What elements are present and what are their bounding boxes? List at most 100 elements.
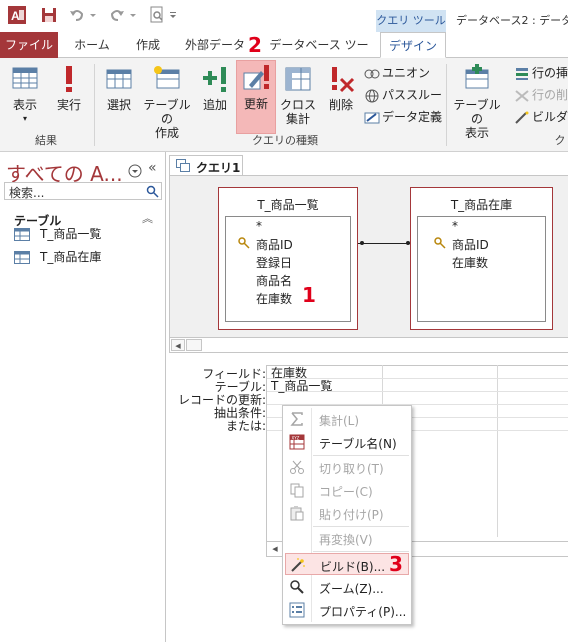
field-item[interactable]: 在庫数 <box>452 254 488 271</box>
annotation-step-1: 1 <box>302 283 316 307</box>
field-item[interactable]: 商品ID <box>256 236 293 253</box>
search-icon[interactable] <box>146 185 159 198</box>
collapse-section-icon[interactable]: ︽ <box>142 210 153 226</box>
menu-item-reconvert[interactable]: 再変換(V) <box>285 527 409 549</box>
passthrough-query-button[interactable]: パススルー <box>364 86 442 106</box>
select-query-button[interactable]: 選択 <box>98 62 140 134</box>
builder-button[interactable]: ビルダー <box>514 108 568 128</box>
customize-qat-icon[interactable] <box>168 6 178 24</box>
save-icon[interactable] <box>40 6 58 24</box>
properties-icon <box>289 602 305 618</box>
query-tab-label: クエリ1 <box>196 161 241 175</box>
insert-rows-button[interactable]: 行の挿 <box>514 64 568 84</box>
crosstab-query-button[interactable]: クロス 集計 <box>278 62 318 134</box>
menu-item-cut[interactable]: 切り取り(T) <box>285 456 409 478</box>
grid-cell-field[interactable]: 在庫数 <box>271 367 307 379</box>
menu-item-table-names[interactable]: XYZ テーブル名(N) <box>285 431 409 453</box>
builder-wand-icon <box>515 111 529 124</box>
menu-item-label: テーブル名(N) <box>319 437 397 451</box>
crosstab-label-2: 集計 <box>285 112 310 126</box>
field-list-t-product-list[interactable]: T_商品一覧 * 商品ID 登録日 商品名 在庫数 1 <box>218 187 358 330</box>
join-line[interactable] <box>358 243 410 244</box>
field-item[interactable]: 登録日 <box>256 254 292 271</box>
show-table-button[interactable]: テーブルの 表示 <box>450 62 504 140</box>
show-table-label-2: 表示 <box>464 126 489 140</box>
shutter-bar-close-icon[interactable]: « <box>148 160 157 176</box>
print-preview-icon[interactable] <box>148 6 166 24</box>
field-item[interactable]: * <box>452 219 458 233</box>
append-query-button[interactable]: 追加 <box>196 62 234 134</box>
field-item[interactable]: 商品名 <box>256 272 292 289</box>
scroll-thumb[interactable] <box>186 339 202 351</box>
redo-icon[interactable] <box>108 6 126 24</box>
table-name-icon: XYZ <box>289 434 305 450</box>
data-definition-query-button[interactable]: データ定義 <box>364 108 442 128</box>
make-table-button[interactable]: テーブルの 作成 <box>140 62 194 140</box>
update-pencil-icon <box>243 65 269 90</box>
menu-item-totals[interactable]: 集計(L) <box>285 408 409 430</box>
grid-label-or: または: <box>225 419 266 433</box>
undo-icon[interactable] <box>68 6 86 24</box>
nav-search-input[interactable]: 検索... <box>4 182 162 200</box>
menu-item-label: プロパティ(P)... <box>319 605 407 619</box>
run-button[interactable]: 実行 <box>48 62 90 134</box>
delete-rows-icon <box>515 89 529 102</box>
field-item[interactable]: * <box>256 219 262 233</box>
delete-query-button[interactable]: 削除 <box>322 62 360 134</box>
grid-scroll-left-icon[interactable]: ◀ <box>269 543 281 555</box>
insert-rows-icon <box>516 67 528 80</box>
nav-item-table[interactable]: T_商品在庫 <box>14 247 101 267</box>
paste-icon <box>290 506 304 521</box>
join-endpoint <box>360 241 364 245</box>
update-label: 更新 <box>243 97 268 111</box>
show-table-label-1: テーブルの <box>453 98 501 126</box>
redo-dropdown-icon[interactable] <box>128 6 138 24</box>
field-list-box: * 商品ID 在庫数 <box>417 216 546 322</box>
menu-item-copy[interactable]: コピー(C) <box>285 479 409 501</box>
tab-external-data[interactable]: 外部データ <box>178 32 252 58</box>
tab-database-tools[interactable]: データベース ツール <box>266 32 372 78</box>
tab-create[interactable]: 作成 <box>124 32 172 58</box>
ribbon: 表示 ▾ 実行 結果 選択 テーブルの 作成 追加 更新 クロス 集計 削除 ユ… <box>0 58 568 152</box>
delete-query-icon <box>332 67 355 93</box>
tab-design[interactable]: デザイン <box>380 32 446 58</box>
make-table-label-2: 作成 <box>154 126 179 140</box>
data-definition-icon <box>364 112 380 123</box>
field-item[interactable]: 商品ID <box>452 236 489 253</box>
scroll-left-arrow-icon[interactable]: ◀ <box>171 339 185 351</box>
tab-file[interactable]: ファイル <box>0 32 58 58</box>
delete-rows-button[interactable]: 行の削 <box>514 86 568 106</box>
menu-item-label: 再変換(V) <box>319 533 373 547</box>
access-logo-icon: A <box>8 6 26 24</box>
magnifier-icon <box>290 580 304 594</box>
table-pane-horizontal-scrollbar[interactable]: ◀ <box>169 337 568 353</box>
nav-menu-dropdown-icon[interactable] <box>128 164 142 178</box>
ribbon-group-divider <box>94 64 95 146</box>
menu-item-label: 集計(L) <box>319 414 360 428</box>
insert-rows-label: 行の挿 <box>532 66 568 80</box>
menu-item-properties[interactable]: プロパティ(P)... <box>285 599 409 621</box>
select-label: 選択 <box>106 98 131 112</box>
menu-item-zoom[interactable]: ズーム(Z)... <box>285 576 409 598</box>
field-list-t-product-stock[interactable]: T_商品在庫 * 商品ID 在庫数 <box>410 187 553 330</box>
union-query-button[interactable]: ユニオン <box>364 64 430 84</box>
copy-icon <box>290 483 304 498</box>
make-table-label-1: テーブルの <box>143 98 191 126</box>
builder-label: ビルダー <box>532 110 568 124</box>
window-title: データベース2 : データベ <box>456 14 568 27</box>
update-query-button[interactable]: 更新 <box>236 60 276 134</box>
nav-item-table[interactable]: T_商品一覧 <box>14 224 101 244</box>
passthrough-label: パススルー <box>382 88 443 102</box>
menu-item-label: 切り取り(T) <box>319 462 384 476</box>
menu-item-label: ズーム(Z)... <box>319 582 384 596</box>
tab-home[interactable]: ホーム <box>66 32 118 58</box>
undo-dropdown-icon[interactable] <box>88 6 98 24</box>
view-button[interactable]: 表示 ▾ <box>4 62 46 134</box>
query-document-tab[interactable]: クエリ1 <box>169 155 243 175</box>
nav-search-placeholder: 検索... <box>9 186 45 200</box>
menu-item-paste[interactable]: 貼り付け(P) <box>285 502 409 524</box>
field-item[interactable]: 在庫数 <box>256 290 292 307</box>
annotation-step-3: 3 <box>389 552 403 576</box>
grid-cell-table[interactable]: T_商品一覧 <box>271 380 332 392</box>
svg-text:A: A <box>11 9 20 23</box>
